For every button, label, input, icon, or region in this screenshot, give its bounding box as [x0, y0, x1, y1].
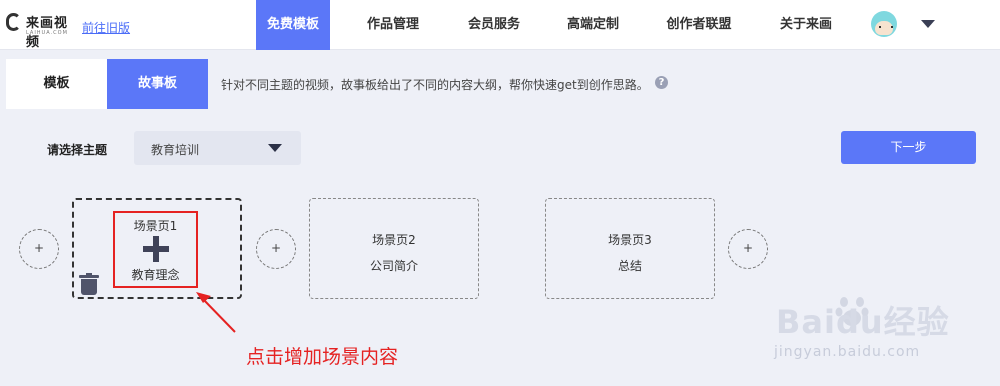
help-icon[interactable]: ?: [655, 76, 668, 89]
user-avatar[interactable]: [871, 11, 897, 37]
theme-select-value: 教育培训: [151, 143, 200, 157]
laihua-logo[interactable]: 来画视频 LAIHUA.COM: [6, 10, 78, 50]
logo-subtext: LAIHUA.COM: [26, 30, 68, 36]
add-scene-after-1-button[interactable]: +: [256, 229, 296, 269]
scene-2-title: 场景页2: [372, 233, 416, 247]
chevron-down-icon: [268, 144, 282, 152]
nav-free-templates[interactable]: 免费模板: [256, 0, 330, 50]
trash-icon[interactable]: [79, 273, 99, 295]
tab-storyboard[interactable]: 故事板: [107, 59, 208, 109]
scene-card-3[interactable]: 场景页3 总结: [545, 198, 715, 299]
next-step-button[interactable]: 下一步: [841, 131, 976, 164]
add-content-plus-icon[interactable]: [143, 236, 169, 262]
scene-3-title: 场景页3: [608, 233, 652, 247]
watermark-text: Baidu经验: [776, 303, 950, 341]
add-scene-before-button[interactable]: +: [19, 229, 59, 269]
logo-mark-icon: [6, 13, 21, 31]
annotation-text: 点击增加场景内容: [246, 346, 399, 368]
trash-lid: [79, 275, 99, 278]
watermark-subtext: jingyan.baidu.com: [774, 344, 921, 360]
user-menu-chevron-down-icon[interactable]: [921, 20, 935, 28]
theme-select[interactable]: 教育培训: [134, 131, 301, 165]
nav-premium-custom[interactable]: 高端定制: [555, 0, 631, 50]
tab-template[interactable]: 模板: [6, 59, 107, 109]
scene-3-subtitle: 总结: [617, 259, 642, 273]
scene-1-subtitle: 教育理念: [131, 268, 180, 282]
storyboard-description: 针对不同主题的视频，故事板给出了不同的内容大纲，帮你快速get到创作思路。: [221, 78, 649, 92]
nav-member-services[interactable]: 会员服务: [456, 0, 532, 50]
trash-body: [81, 279, 97, 295]
old-version-link[interactable]: 前往旧版: [82, 19, 130, 36]
baidu-watermark: Baidu经验 jingyan.baidu.com: [768, 281, 993, 381]
nav-works-management[interactable]: 作品管理: [355, 0, 431, 50]
top-navbar: 来画视频 LAIHUA.COM 前往旧版 免费模板 作品管理 会员服务 高端定制…: [0, 0, 1000, 50]
add-scene-end-button[interactable]: +: [728, 229, 768, 269]
theme-select-label: 请选择主题: [47, 143, 108, 157]
nav-about[interactable]: 关于来画: [768, 0, 844, 50]
scene-card-2[interactable]: 场景页2 公司简介: [309, 198, 479, 299]
scene-1-title: 场景页1: [133, 219, 178, 233]
nav-creator-alliance[interactable]: 创作者联盟: [655, 0, 743, 50]
scene-2-subtitle: 公司简介: [369, 259, 418, 273]
